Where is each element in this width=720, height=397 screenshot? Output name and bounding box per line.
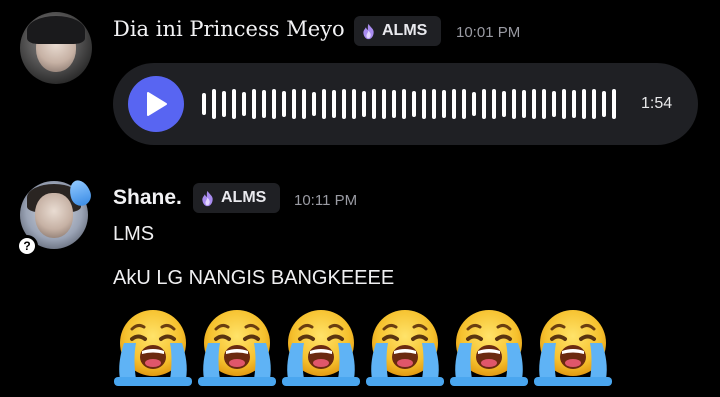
waveform-bar — [552, 91, 556, 117]
timestamp: 10:01 PM — [456, 24, 521, 41]
waveform-bar — [262, 90, 266, 118]
waveform-bar — [512, 89, 516, 119]
waveform-bar — [522, 90, 526, 118]
loudly-crying-face-icon[interactable] — [530, 305, 616, 387]
voice-message: 1:54 — [113, 63, 698, 145]
flame-icon — [363, 23, 374, 39]
waveform-bar — [482, 89, 486, 119]
server-tag-label: ALMS — [382, 22, 428, 39]
waveform-bar — [202, 93, 206, 115]
loudly-crying-face-icon[interactable] — [194, 305, 280, 387]
waveform-bar — [602, 91, 606, 117]
waveform[interactable] — [202, 63, 632, 145]
waveform-bar — [362, 91, 366, 117]
waveform-bar — [352, 89, 356, 119]
play-icon — [147, 92, 167, 116]
waveform-bar — [612, 89, 616, 119]
avatar-hair — [27, 15, 85, 45]
waveform-bar — [302, 89, 306, 119]
waveform-bar — [502, 91, 506, 117]
avatar[interactable] — [20, 12, 92, 84]
waveform-bar — [472, 92, 476, 116]
waveform-bar — [372, 89, 376, 119]
loudly-crying-face-icon[interactable] — [278, 305, 364, 387]
waveform-bar — [272, 89, 276, 119]
loudly-crying-face-icon[interactable] — [362, 305, 448, 387]
avatar-face — [34, 193, 74, 239]
timestamp: 10:11 PM — [294, 192, 358, 209]
waveform-bar — [312, 92, 316, 116]
waveform-bar — [542, 89, 546, 119]
waveform-bar — [242, 92, 246, 116]
waveform-bar — [452, 89, 456, 119]
waveform-bar — [292, 89, 296, 119]
play-button[interactable] — [128, 76, 184, 132]
waveform-bar — [412, 91, 416, 117]
waveform-bar — [572, 90, 576, 118]
waveform-bar — [432, 89, 436, 119]
waveform-bar — [342, 89, 346, 119]
question-badge-icon: ? — [16, 235, 38, 257]
server-tag[interactable]: ALMS — [354, 16, 441, 46]
server-tag[interactable]: ALMS — [193, 183, 280, 213]
waveform-bar — [282, 91, 286, 117]
voice-duration: 1:54 — [641, 95, 673, 112]
waveform-bar — [212, 89, 216, 119]
waveform-bar — [382, 89, 386, 119]
waveform-bar — [392, 90, 396, 118]
waveform-bar — [402, 89, 406, 119]
waveform-bar — [462, 89, 466, 119]
waveform-bar — [532, 89, 536, 119]
flame-icon — [202, 190, 213, 206]
waveform-bar — [582, 89, 586, 119]
waveform-bar — [442, 90, 446, 118]
loudly-crying-face-icon[interactable] — [110, 305, 196, 387]
waveform-bar — [422, 89, 426, 119]
waveform-bar — [252, 89, 256, 119]
waveform-bar — [332, 90, 336, 118]
waveform-bar — [562, 89, 566, 119]
loudly-crying-face-icon[interactable] — [446, 305, 532, 387]
author-name[interactable]: Shane. — [113, 186, 182, 210]
message-text: LMS — [113, 223, 155, 245]
waveform-bar — [592, 89, 596, 119]
message-text: AkU LG NANGIS BANGKEEEE — [113, 267, 395, 289]
emoji-row — [110, 305, 630, 387]
waveform-bar — [222, 91, 226, 117]
waveform-bar — [232, 89, 236, 119]
server-tag-label: ALMS — [221, 189, 267, 206]
waveform-bar — [492, 89, 496, 119]
author-name[interactable]: Dia ini Princess Meyo — [113, 17, 345, 41]
waveform-bar — [322, 89, 326, 119]
